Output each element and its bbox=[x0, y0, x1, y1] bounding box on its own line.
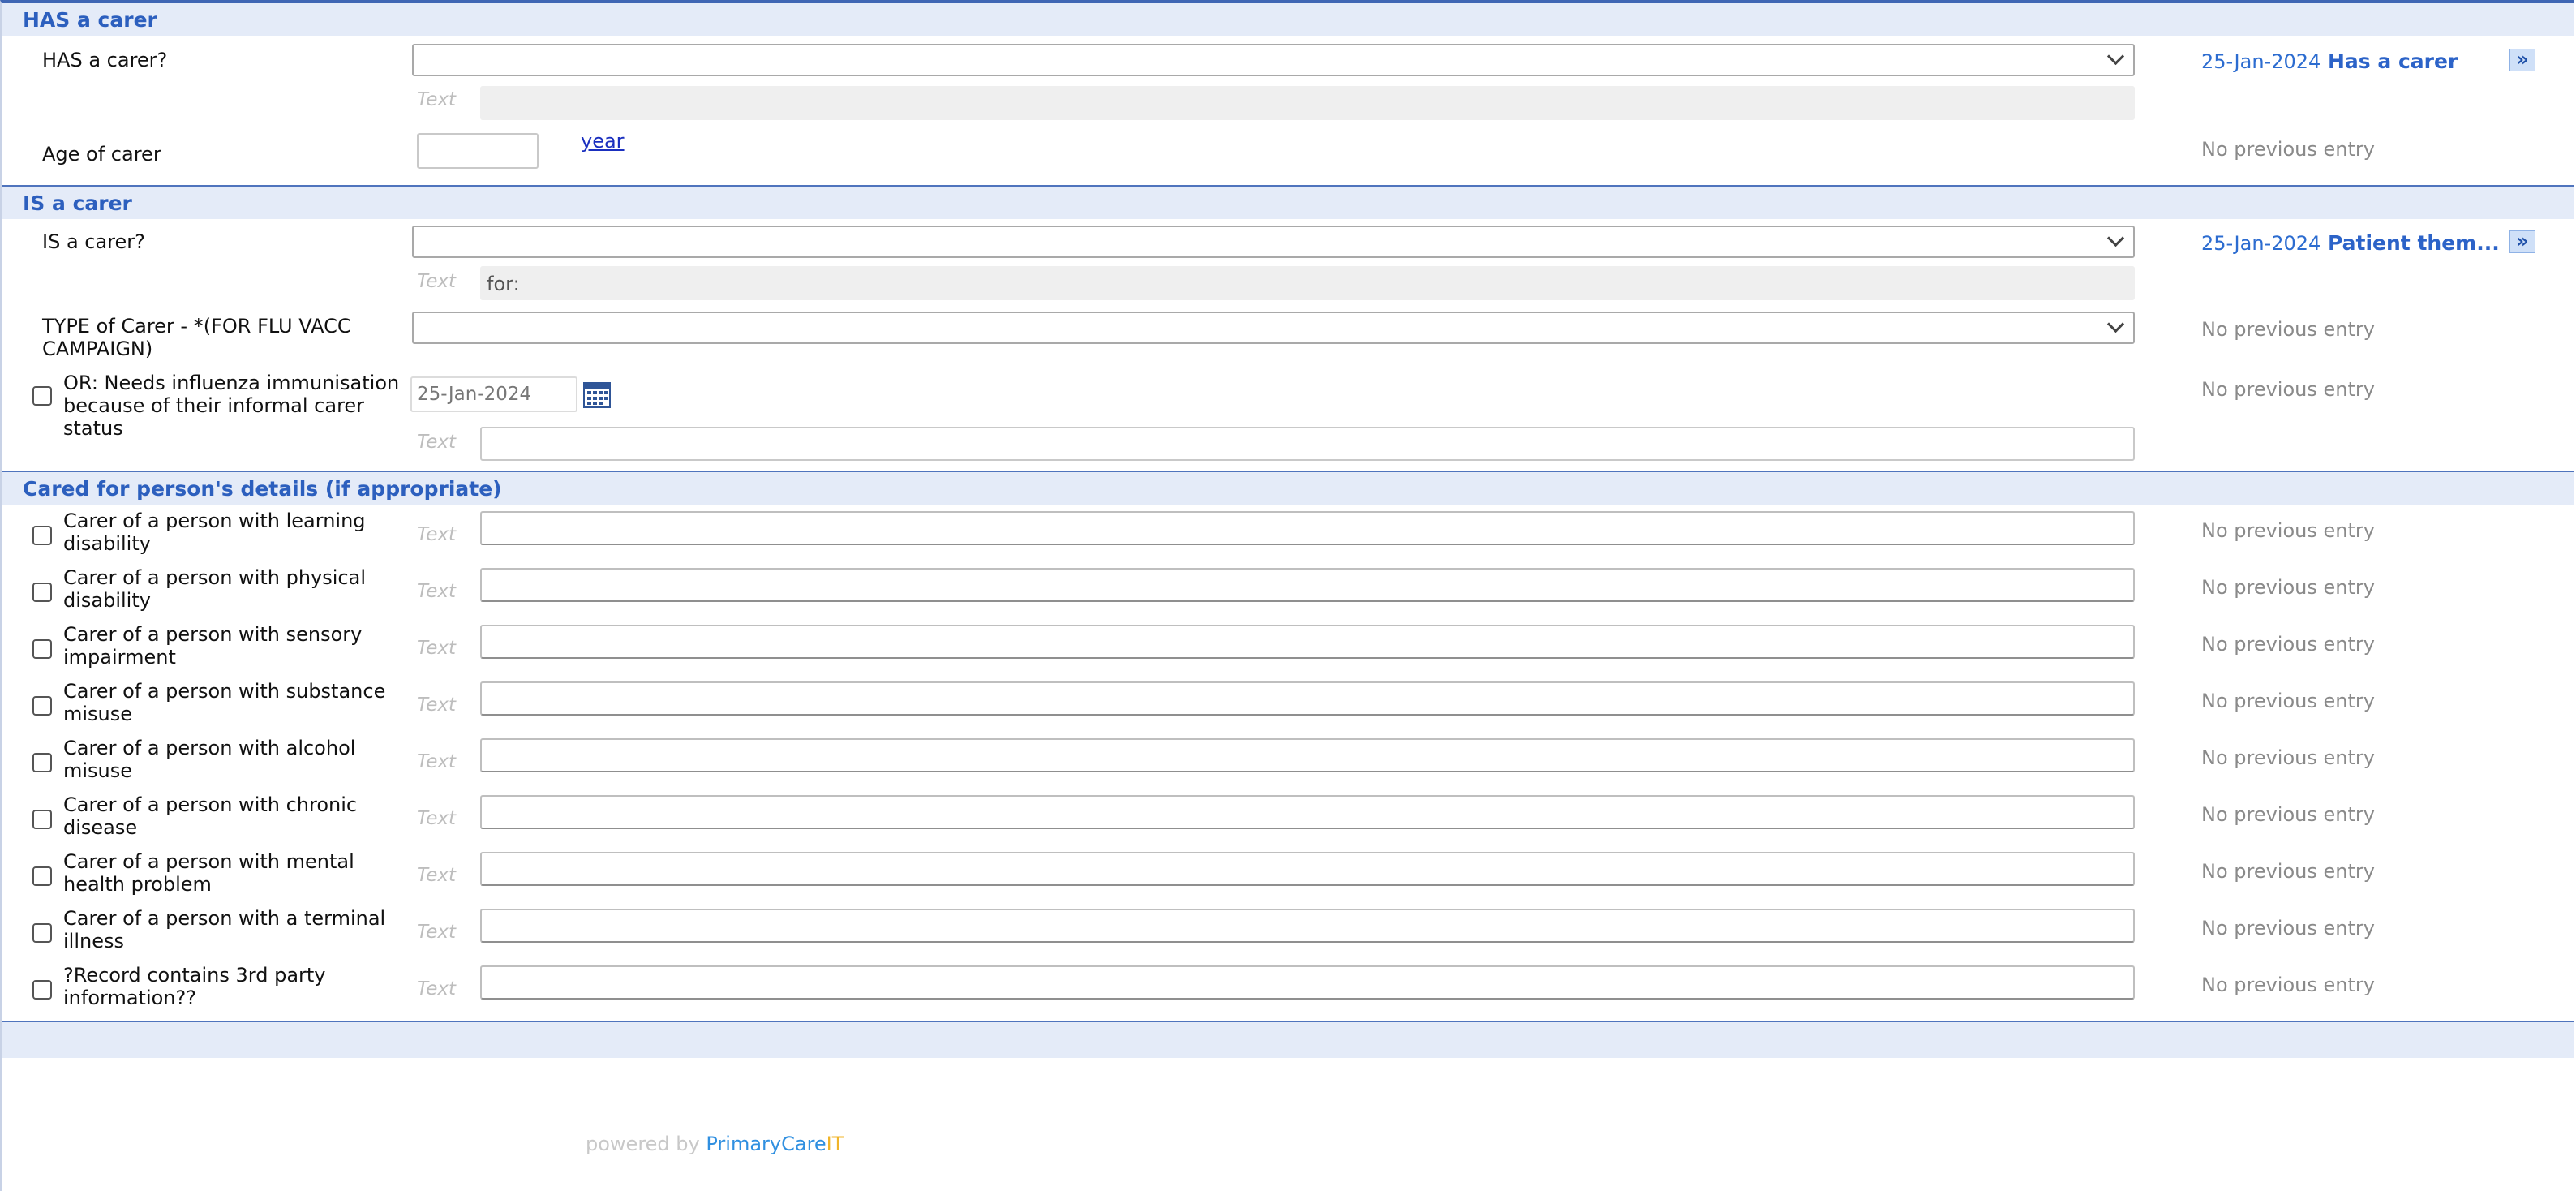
cared-for-checkbox[interactable] bbox=[32, 696, 52, 716]
is-carer-label: IS a carer? bbox=[42, 230, 145, 253]
text-hint: Text bbox=[417, 271, 456, 292]
year-unit-link[interactable]: year bbox=[581, 130, 625, 153]
cared-for-prev-entry: No previous entry bbox=[2201, 576, 2375, 599]
cared-for-label: Carer of a person with a terminal illnes… bbox=[63, 907, 386, 952]
text-hint: Text bbox=[417, 581, 456, 602]
cared-for-label: Carer of a person with substance misuse bbox=[63, 680, 386, 725]
cared-for-text-field[interactable] bbox=[480, 738, 2135, 772]
text-hint: Text bbox=[417, 808, 456, 829]
cared-for-checkbox[interactable] bbox=[32, 639, 52, 659]
flu-immunisation-label: OR: Needs influenza immunisation because… bbox=[63, 372, 400, 440]
type-of-carer-select[interactable] bbox=[412, 312, 2135, 344]
has-carer-prev-term: Has a carer bbox=[2328, 49, 2458, 73]
is-carer-text-value: for: bbox=[487, 273, 520, 295]
cared-for-checkbox[interactable] bbox=[32, 810, 52, 829]
text-hint: Text bbox=[417, 89, 456, 110]
form-bottom-band bbox=[2, 1021, 2574, 1058]
text-hint: Text bbox=[417, 865, 456, 886]
cared-for-label: Carer of a person with learning disabili… bbox=[63, 510, 366, 555]
is-carer-select[interactable] bbox=[412, 226, 2135, 258]
cared-for-checkbox[interactable] bbox=[32, 753, 52, 772]
cared-for-label: ?Record contains 3rd party information?? bbox=[63, 964, 326, 1009]
cared-for-label: Carer of a person with alcohol misuse bbox=[63, 737, 356, 782]
section-header-cared-for: Cared for person's details (if appropria… bbox=[2, 471, 2574, 505]
cared-for-label: Carer of a person with sensory impairmen… bbox=[63, 623, 363, 669]
cared-for-label: Carer of a person with chronic disease bbox=[63, 793, 358, 839]
cared-for-text-field[interactable] bbox=[480, 965, 2135, 1000]
age-of-carer-label: Age of carer bbox=[42, 143, 161, 166]
text-hint: Text bbox=[417, 922, 456, 943]
age-prev-entry: No previous entry bbox=[2201, 138, 2375, 161]
chevron-down-icon bbox=[2106, 229, 2125, 247]
cared-for-text-field[interactable] bbox=[480, 568, 2135, 602]
type-of-carer-prev-entry: No previous entry bbox=[2201, 318, 2375, 341]
cared-for-prev-entry: No previous entry bbox=[2201, 974, 2375, 996]
age-of-carer-input[interactable] bbox=[417, 133, 539, 169]
has-carer-label: HAS a carer? bbox=[42, 49, 168, 71]
text-hint: Text bbox=[417, 638, 456, 659]
cared-for-prev-entry: No previous entry bbox=[2201, 917, 2375, 939]
cared-for-text-field[interactable] bbox=[480, 681, 2135, 716]
section-title: Cared for person's details (if appropria… bbox=[23, 477, 502, 501]
cared-for-label: Carer of a person with mental health pro… bbox=[63, 850, 354, 896]
cared-for-label: Carer of a person with physical disabili… bbox=[63, 566, 366, 612]
cared-for-prev-entry: No previous entry bbox=[2201, 860, 2375, 883]
cared-for-text-field[interactable] bbox=[480, 625, 2135, 659]
cared-for-prev-entry: No previous entry bbox=[2201, 803, 2375, 826]
cared-for-text-field[interactable] bbox=[480, 795, 2135, 829]
cared-for-prev-entry: No previous entry bbox=[2201, 746, 2375, 769]
has-carer-text-field[interactable] bbox=[480, 86, 2135, 120]
is-carer-text-field[interactable]: for: bbox=[480, 266, 2135, 300]
calendar-icon[interactable] bbox=[582, 380, 612, 409]
text-hint: Text bbox=[417, 694, 456, 716]
section-header-has-carer: HAS a carer bbox=[2, 3, 2574, 36]
text-hint: Text bbox=[417, 751, 456, 772]
flu-date-input[interactable]: 25-Jan-2024 bbox=[410, 376, 577, 412]
has-carer-select[interactable] bbox=[412, 44, 2135, 76]
double-chevron-right-icon: » bbox=[2516, 230, 2529, 252]
flu-prev-entry: No previous entry bbox=[2201, 378, 2375, 401]
cared-for-text-field[interactable] bbox=[480, 909, 2135, 943]
powered-by-footer: powered by PrimaryCareIT bbox=[586, 1133, 844, 1155]
copy-previous-button[interactable]: » bbox=[2509, 49, 2535, 71]
text-hint: Text bbox=[417, 524, 456, 545]
copy-previous-button[interactable]: » bbox=[2509, 230, 2535, 253]
flu-immunisation-checkbox[interactable] bbox=[32, 386, 52, 406]
cared-for-text-field[interactable] bbox=[480, 852, 2135, 886]
double-chevron-right-icon: » bbox=[2516, 48, 2529, 71]
brand-name: PrimaryCare bbox=[706, 1133, 826, 1155]
chevron-down-icon bbox=[2106, 47, 2125, 66]
cared-for-checkbox[interactable] bbox=[32, 980, 52, 1000]
section-title: IS a carer bbox=[23, 191, 132, 215]
brand-accent: IT bbox=[826, 1133, 844, 1155]
cared-for-checkbox[interactable] bbox=[32, 526, 52, 545]
cared-for-prev-entry: No previous entry bbox=[2201, 690, 2375, 712]
chevron-down-icon bbox=[2106, 315, 2125, 333]
has-carer-prev-date: 25-Jan-2024 bbox=[2201, 50, 2321, 73]
cared-for-checkbox[interactable] bbox=[32, 923, 52, 943]
section-title: HAS a carer bbox=[23, 8, 157, 32]
cared-for-prev-entry: No previous entry bbox=[2201, 519, 2375, 542]
cared-for-checkbox[interactable] bbox=[32, 583, 52, 602]
carer-template-form: HAS a carer HAS a carer? 25-Jan-2024 Has… bbox=[0, 0, 2574, 1191]
cared-for-text-field[interactable] bbox=[480, 511, 2135, 545]
powered-by-text: powered by bbox=[586, 1133, 700, 1155]
flu-date-value: 25-Jan-2024 bbox=[417, 384, 532, 405]
is-carer-prev-date: 25-Jan-2024 bbox=[2201, 232, 2321, 255]
text-hint: Text bbox=[417, 432, 456, 453]
section-header-is-carer: IS a carer bbox=[2, 185, 2574, 219]
cared-for-checkbox[interactable] bbox=[32, 866, 52, 886]
is-carer-prev-term: Patient them... bbox=[2328, 231, 2500, 255]
cared-for-prev-entry: No previous entry bbox=[2201, 633, 2375, 656]
text-hint: Text bbox=[417, 978, 456, 1000]
type-of-carer-label: TYPE of Carer - *(FOR FLU VACC CAMPAIGN) bbox=[42, 315, 351, 360]
flu-text-field[interactable] bbox=[480, 427, 2135, 461]
